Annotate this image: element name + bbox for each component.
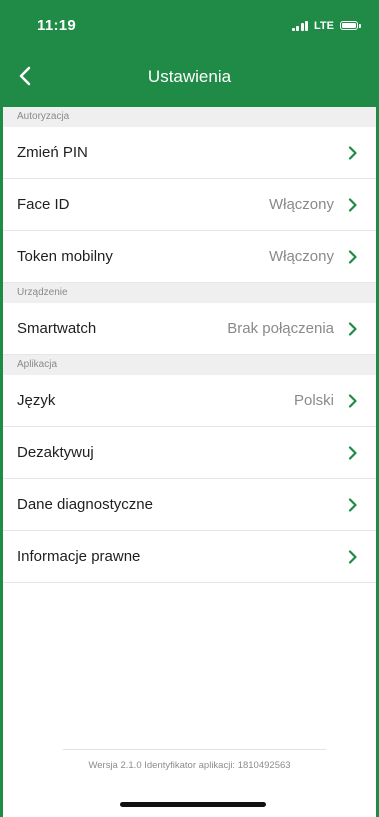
settings-list: Autoryzacja Zmień PIN Face ID Włączony Token…: [3, 107, 376, 583]
row-value: Włączony: [268, 196, 334, 213]
section-header: Autoryzacja: [3, 107, 376, 127]
status-indicators: LTE: [291, 19, 361, 32]
section-header: Aplikacja: [3, 355, 376, 375]
chevron-right-icon: [348, 497, 357, 512]
row-label: Informacje prawne: [17, 548, 141, 565]
chevron-right-icon: [348, 445, 357, 460]
battery-icon: [340, 21, 361, 30]
chevron-container: [348, 393, 358, 408]
status-bar: 11:19 LTE: [3, 0, 376, 47]
row-label: Język: [17, 392, 56, 409]
row-value: Polski: [293, 392, 334, 409]
settings-row-zmie-pin[interactable]: Zmień PIN: [3, 127, 376, 179]
row-label: Face ID: [17, 196, 70, 213]
chevron-container: [348, 321, 358, 336]
chevron-container: [348, 197, 358, 212]
chevron-left-icon: [19, 66, 31, 86]
settings-row-dezaktywuj[interactable]: Dezaktywuj: [3, 427, 376, 479]
phone-screen: 11:19 LTE Ustawienia Autoryzacja Zmień PI…: [0, 0, 379, 817]
section-header: Urządzenie: [3, 283, 376, 303]
row-value: Brak połączenia: [227, 320, 334, 337]
chevron-right-icon: [348, 321, 357, 336]
chevron-right-icon: [348, 549, 357, 564]
settings-row-face-id[interactable]: Face ID Włączony: [3, 179, 376, 231]
chevron-right-icon: [348, 249, 357, 264]
chevron-container: [348, 145, 358, 160]
status-time: 11:19: [37, 17, 77, 34]
chevron-right-icon: [348, 197, 357, 212]
home-indicator[interactable]: [120, 802, 266, 807]
chevron-right-icon: [348, 145, 357, 160]
row-label: Dane diagnostyczne: [17, 496, 153, 513]
settings-row-informacje-prawne[interactable]: Informacje prawne: [3, 531, 376, 583]
back-button[interactable]: [11, 61, 39, 91]
row-label: Smartwatch: [17, 320, 97, 337]
settings-row-j-zyk[interactable]: Język Polski: [3, 375, 376, 427]
signal-icon: [291, 20, 309, 31]
row-label: Dezaktywuj: [17, 444, 94, 461]
page-title: Ustawienia: [147, 67, 232, 86]
settings-row-token-mobilny[interactable]: Token mobilny Włączony: [3, 231, 376, 283]
chevron-container: [348, 497, 358, 512]
row-label: Zmień PIN: [17, 144, 88, 161]
version-info: Wersja 2.1.0 Identyfikator aplikacji: 18…: [88, 760, 291, 771]
footer-divider: [63, 749, 326, 750]
row-label: Token mobilny: [17, 248, 113, 265]
row-value: Włączony: [268, 248, 334, 265]
settings-row-smartwatch[interactable]: Smartwatch Brak połączenia: [3, 303, 376, 355]
settings-row-dane-diagnostyczne[interactable]: Dane diagnostyczne: [3, 479, 376, 531]
chevron-right-icon: [348, 393, 357, 408]
chevron-container: [348, 549, 358, 564]
network-type: LTE: [314, 19, 334, 32]
navigation-bar: Ustawienia: [3, 47, 376, 107]
chevron-container: [348, 249, 358, 264]
chevron-container: [348, 445, 358, 460]
